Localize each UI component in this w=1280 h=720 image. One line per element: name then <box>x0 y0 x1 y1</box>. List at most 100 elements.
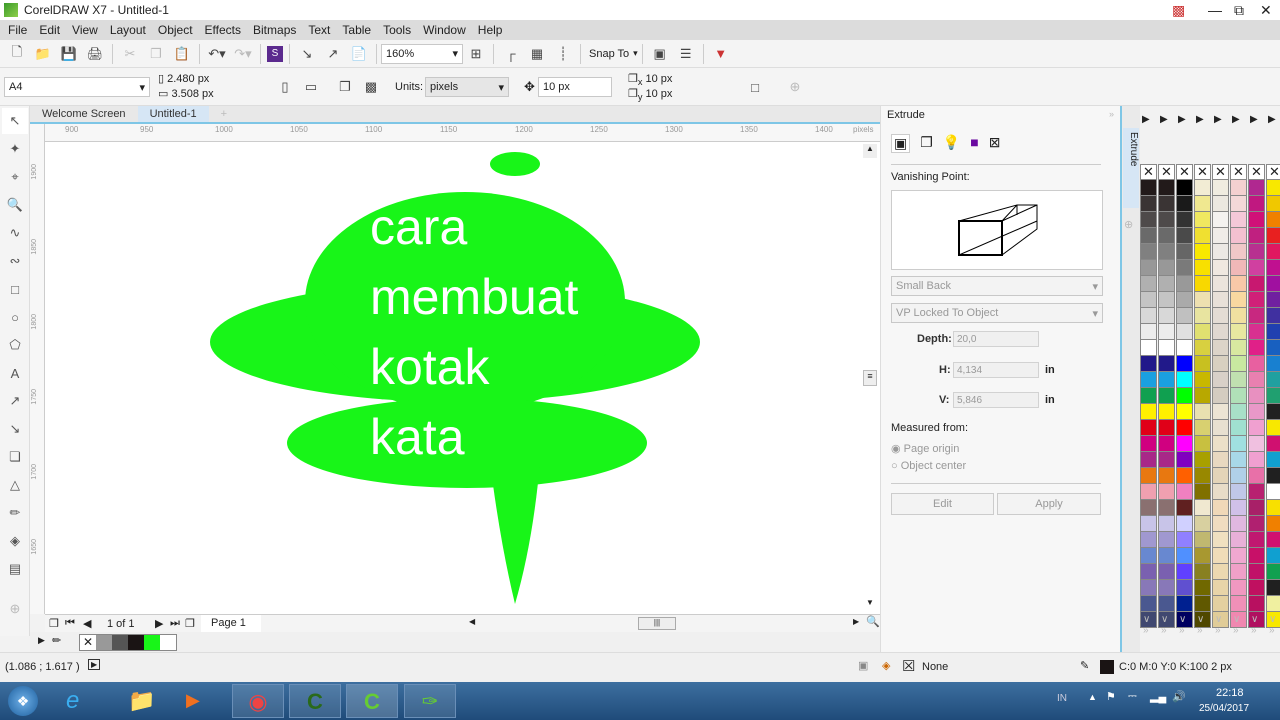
units-select[interactable]: pixels ▾ <box>425 77 509 97</box>
color-swatch[interactable] <box>1266 324 1280 340</box>
color-swatch[interactable] <box>1158 292 1175 308</box>
color-swatch[interactable] <box>1212 516 1229 532</box>
landscape-icon[interactable]: ▭ <box>300 76 322 98</box>
color-swatch[interactable] <box>1194 596 1211 612</box>
color-swatch[interactable] <box>1140 340 1157 356</box>
palette-scroll-icon[interactable]: ∨» <box>1161 614 1168 636</box>
palette-scroll-icon[interactable]: ∨» <box>1233 614 1240 636</box>
color-swatch[interactable] <box>1266 564 1280 580</box>
show-hidden-icons[interactable]: ▲ <box>1088 692 1097 702</box>
docker-tab-extrude[interactable]: Extrude <box>1123 128 1139 208</box>
color-swatch[interactable] <box>1194 532 1211 548</box>
palette-flyout-icon[interactable]: ▶ <box>1232 114 1240 125</box>
color-swatch[interactable] <box>1266 356 1280 372</box>
color-swatch[interactable] <box>1140 548 1157 564</box>
extrude-type-select[interactable]: Small Back ▾ <box>891 276 1103 296</box>
color-swatch[interactable] <box>1266 468 1280 484</box>
color-swatch[interactable] <box>1158 420 1175 436</box>
object-center-radio[interactable]: ○ Object center <box>891 460 966 472</box>
open-icon[interactable]: 📁 <box>32 43 54 65</box>
color-swatch[interactable] <box>1266 404 1280 420</box>
color-swatch[interactable] <box>1266 420 1280 436</box>
copy-icon[interactable]: ❐ <box>145 43 167 65</box>
color-swatch[interactable] <box>1212 372 1229 388</box>
start-button[interactable]: ❖ <box>8 686 38 716</box>
no-color-swatch[interactable]: ✕ <box>1158 164 1175 180</box>
extrude-color-icon[interactable]: ■ <box>970 134 978 153</box>
close-button[interactable]: ✕ <box>1260 2 1272 19</box>
next-page-icon[interactable]: ▶ <box>155 617 163 630</box>
menu-object[interactable]: Object <box>158 23 193 37</box>
color-swatch[interactable] <box>1194 340 1211 356</box>
color-swatch[interactable] <box>1230 564 1247 580</box>
color-swatch[interactable] <box>1158 388 1175 404</box>
clock-time[interactable]: 22:18 <box>1216 687 1244 699</box>
color-swatch[interactable] <box>1158 180 1175 196</box>
camtasia-recorder-icon[interactable]: C <box>346 684 398 718</box>
color-swatch[interactable] <box>1230 548 1247 564</box>
color-swatch[interactable] <box>1194 468 1211 484</box>
ellipse-tool-icon[interactable]: ○ <box>2 304 28 330</box>
color-swatch[interactable] <box>1248 436 1265 452</box>
language-indicator[interactable]: IN <box>1057 693 1067 704</box>
transparency-icon[interactable]: △ <box>2 472 28 498</box>
first-page-icon[interactable]: ⏮ <box>65 617 75 630</box>
color-swatch[interactable] <box>1140 212 1157 228</box>
color-swatch[interactable] <box>1230 436 1247 452</box>
color-swatch[interactable] <box>1140 516 1157 532</box>
color-swatch[interactable] <box>1176 404 1193 420</box>
color-swatch[interactable] <box>1140 292 1157 308</box>
undo-icon[interactable]: ↶▾ <box>206 43 228 65</box>
color-swatch[interactable] <box>1194 324 1211 340</box>
shape-tool-icon[interactable]: ✦ <box>2 136 28 162</box>
color-swatch[interactable] <box>1230 596 1247 612</box>
no-color-swatch[interactable]: ✕ <box>1248 164 1265 180</box>
pick-tool-icon[interactable]: ↖ <box>2 108 28 134</box>
portrait-icon[interactable]: ▯ <box>274 76 296 98</box>
palette-flyout-icon[interactable]: ▶ <box>1142 114 1150 125</box>
color-swatch[interactable] <box>1158 500 1175 516</box>
color-swatch[interactable] <box>1212 292 1229 308</box>
color-swatch[interactable] <box>1194 404 1211 420</box>
palette-flyout-icon[interactable]: ▶ <box>1160 114 1168 125</box>
restore-button[interactable]: ⧉ <box>1234 2 1244 19</box>
color-swatch[interactable] <box>1266 388 1280 404</box>
vp-v-field[interactable]: 5,846 <box>953 392 1039 408</box>
color-swatch[interactable] <box>1230 180 1247 196</box>
color-swatch[interactable] <box>1176 436 1193 452</box>
add-tool-icon[interactable]: ⊕ <box>2 596 28 622</box>
last-page-icon[interactable]: ⏭ <box>170 617 180 630</box>
color-swatch[interactable] <box>1194 356 1211 372</box>
color-swatch[interactable] <box>1266 436 1280 452</box>
application-launcher-icon[interactable]: ▼ <box>710 43 732 65</box>
swatch[interactable] <box>96 635 112 650</box>
color-swatch[interactable] <box>1176 196 1193 212</box>
color-swatch[interactable] <box>1158 212 1175 228</box>
palette-menu-icon[interactable]: ▶ <box>38 635 45 646</box>
color-swatch[interactable] <box>1140 228 1157 244</box>
artistic-media-icon[interactable]: ∾ <box>2 248 28 274</box>
color-swatch[interactable] <box>1230 292 1247 308</box>
color-swatch[interactable] <box>1140 596 1157 612</box>
text-tool-icon[interactable]: A <box>2 360 28 386</box>
color-swatch[interactable] <box>1230 340 1247 356</box>
color-swatch[interactable] <box>1230 468 1247 484</box>
color-swatch[interactable] <box>1158 564 1175 580</box>
color-swatch[interactable] <box>1212 228 1229 244</box>
network-icon[interactable]: ▂▄ <box>1150 690 1166 703</box>
color-swatch[interactable] <box>1230 372 1247 388</box>
color-swatch[interactable] <box>1158 244 1175 260</box>
color-swatch[interactable] <box>1230 420 1247 436</box>
zoom-navigator-icon[interactable]: 🔍 <box>866 615 880 628</box>
color-swatch[interactable] <box>1194 452 1211 468</box>
page-border-icon[interactable]: □ <box>744 76 766 98</box>
color-swatch[interactable] <box>1266 340 1280 356</box>
welcome-screen-icon[interactable]: ▣ <box>649 43 671 65</box>
palette-scroll-icon[interactable]: ∨» <box>1269 614 1276 636</box>
color-swatch[interactable] <box>1266 452 1280 468</box>
rectangle-tool-icon[interactable]: □ <box>2 276 28 302</box>
menu-tools[interactable]: Tools <box>383 23 411 37</box>
color-swatch[interactable] <box>1194 292 1211 308</box>
zoom-tool-icon[interactable]: 🔍 <box>2 192 28 218</box>
color-swatch[interactable] <box>1230 324 1247 340</box>
